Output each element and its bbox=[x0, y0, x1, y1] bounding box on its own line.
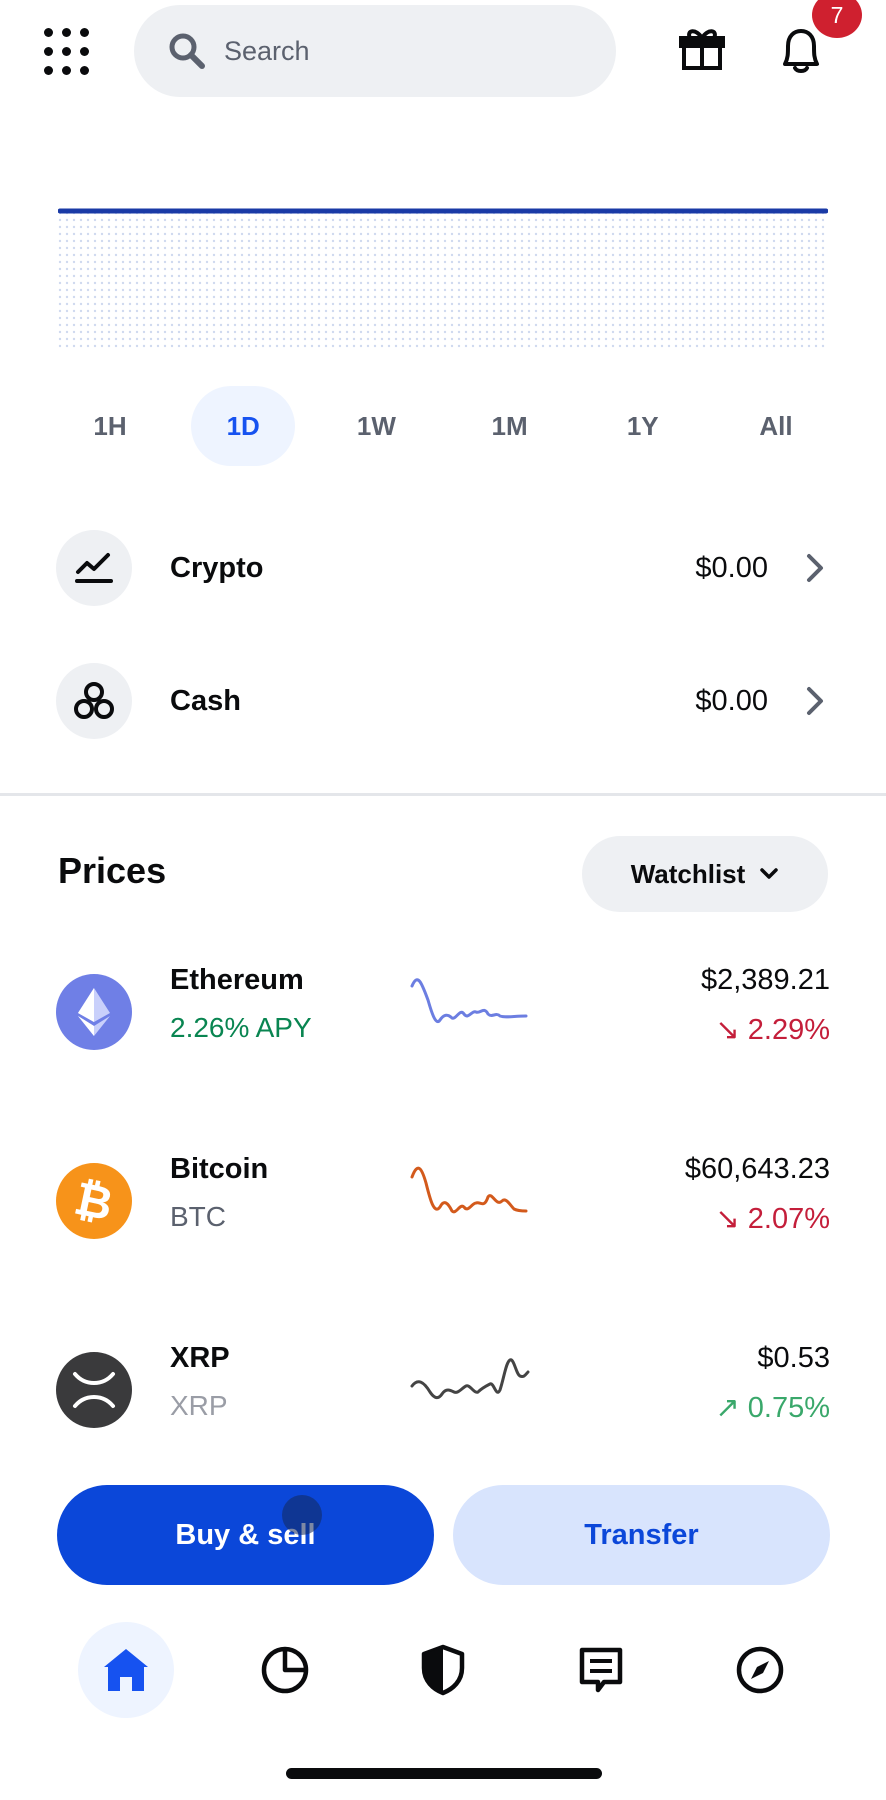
news-receipt-icon bbox=[579, 1647, 623, 1693]
asset-apy: 2.26% APY bbox=[170, 1012, 312, 1043]
apps-grid-icon[interactable] bbox=[34, 24, 98, 80]
bitcoin-icon: ₿ bbox=[56, 1163, 132, 1239]
prices-title: Prices bbox=[58, 850, 167, 891]
range-tab-1h[interactable]: 1H bbox=[58, 386, 162, 466]
chevron-right-icon bbox=[807, 554, 823, 582]
home-icon bbox=[104, 1649, 148, 1691]
ethereum-icon bbox=[56, 974, 132, 1050]
cash-coins-icon bbox=[56, 663, 132, 739]
bottom-nav bbox=[0, 1622, 886, 1722]
asset-row-bitcoin[interactable]: ₿ Bitcoin BTC $60,643.23 ↘ 2.07% bbox=[56, 1151, 830, 1251]
cash-value: $0.00 bbox=[695, 684, 768, 717]
crypto-balance-row[interactable]: Crypto $0.00 bbox=[56, 528, 826, 608]
section-divider bbox=[0, 793, 886, 796]
asset-name: Ethereum bbox=[170, 964, 304, 996]
range-tab-1d[interactable]: 1D bbox=[191, 386, 296, 466]
asset-change: ↗ 0.75% bbox=[715, 1392, 830, 1424]
crypto-label: Crypto bbox=[170, 551, 264, 584]
asset-name: XRP bbox=[170, 1342, 230, 1374]
bell-icon[interactable] bbox=[778, 26, 824, 74]
watchlist-dropdown[interactable]: Watchlist bbox=[582, 836, 828, 912]
sparkline bbox=[410, 1358, 530, 1400]
nav-news[interactable] bbox=[553, 1622, 649, 1718]
shield-icon bbox=[421, 1644, 465, 1696]
search-input[interactable] bbox=[224, 35, 584, 67]
asset-change: ↘ 2.07% bbox=[715, 1203, 830, 1235]
search-icon bbox=[169, 33, 205, 69]
portfolio-chart bbox=[58, 208, 828, 348]
sparkline bbox=[410, 1166, 528, 1214]
cash-label: Cash bbox=[170, 684, 241, 717]
asset-price: $60,643.23 bbox=[684, 1153, 830, 1185]
watchlist-label: Watchlist bbox=[630, 858, 746, 889]
crypto-value: $0.00 bbox=[695, 551, 768, 584]
touch-indicator bbox=[282, 1495, 322, 1535]
asset-price: $0.53 bbox=[757, 1342, 830, 1374]
cash-balance-row[interactable]: Cash $0.00 bbox=[56, 661, 826, 741]
asset-symbol: XRP bbox=[170, 1390, 228, 1421]
search-bar[interactable] bbox=[134, 5, 616, 97]
nav-explore[interactable] bbox=[712, 1622, 808, 1718]
range-tab-all[interactable]: All bbox=[724, 386, 828, 466]
asset-price: $2,389.21 bbox=[700, 964, 830, 996]
asset-symbol: BTC bbox=[170, 1201, 226, 1232]
chart-line-icon bbox=[56, 530, 132, 606]
buy-sell-button[interactable]: Buy & sell bbox=[57, 1485, 434, 1585]
range-tab-1y[interactable]: 1Y bbox=[591, 386, 695, 466]
time-range-tabs: 1H 1D 1W 1M 1Y All bbox=[58, 386, 828, 466]
asset-row-ethereum[interactable]: Ethereum 2.26% APY $2,389.21 ↘ 2.29% bbox=[56, 962, 830, 1062]
asset-row-xrp[interactable]: XRP XRP $0.53 ↗ 0.75% bbox=[56, 1340, 830, 1440]
chevron-right-icon bbox=[807, 687, 823, 715]
nav-home[interactable] bbox=[78, 1622, 174, 1718]
transfer-button[interactable]: Transfer bbox=[453, 1485, 830, 1585]
home-indicator bbox=[286, 1768, 602, 1779]
sparkline bbox=[410, 978, 528, 1023]
portfolio-pie-icon bbox=[261, 1646, 309, 1694]
xrp-icon bbox=[56, 1352, 132, 1428]
gift-icon[interactable] bbox=[678, 26, 726, 72]
nav-security[interactable] bbox=[395, 1622, 491, 1718]
range-tab-1w[interactable]: 1W bbox=[324, 386, 428, 466]
chevron-down-icon bbox=[760, 868, 779, 879]
explore-compass-icon bbox=[736, 1646, 784, 1694]
range-tab-1m[interactable]: 1M bbox=[458, 386, 562, 466]
nav-portfolio[interactable] bbox=[237, 1622, 333, 1718]
asset-name: Bitcoin bbox=[170, 1153, 269, 1185]
asset-change: ↘ 2.29% bbox=[715, 1014, 830, 1046]
